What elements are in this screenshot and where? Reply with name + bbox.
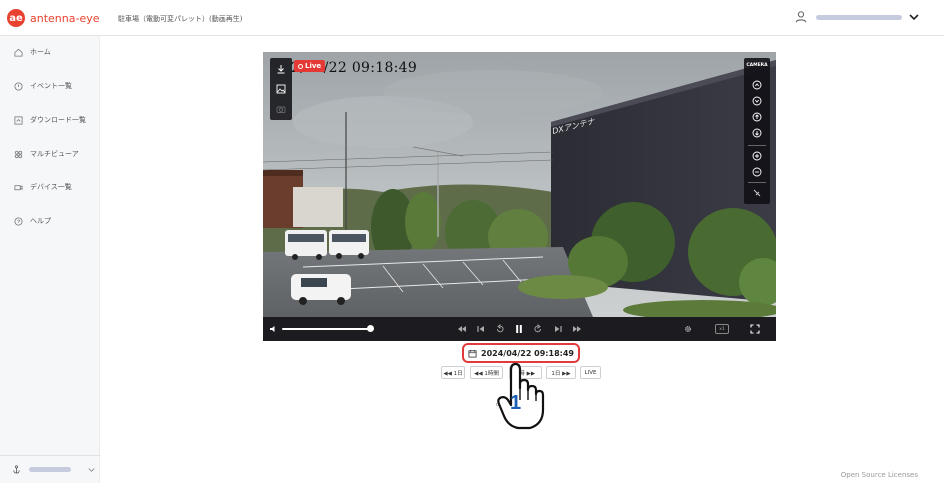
sidebar-item-multiview[interactable]: マルチビューア (14, 149, 79, 159)
sidebar-item-label: イベント一覧 (30, 82, 72, 90)
camera-panel-title: CAMERA (746, 63, 768, 68)
step-forward-icon[interactable] (553, 324, 563, 334)
pan-up-icon[interactable] (752, 80, 762, 90)
calendar-icon (468, 349, 477, 358)
organization-name (29, 467, 71, 472)
sidebar-item-downloads[interactable]: ダウンロード一覧 (14, 115, 86, 125)
sidebar-item-label: デバイス一覧 (30, 183, 72, 191)
camera-video-feed[interactable]: DXアンテナ (263, 52, 776, 317)
user-email (816, 14, 902, 20)
fast-forward-icon[interactable] (572, 324, 582, 334)
download-list-icon (14, 115, 23, 125)
image-icon[interactable] (276, 84, 286, 94)
breadcrumb: 駐車場（電動可変パレット）(動画再生) (118, 15, 243, 23)
chevron-down-icon[interactable] (908, 11, 920, 23)
device-icon (14, 184, 23, 190)
live-label: Live (305, 62, 322, 70)
camera-control-panel: CAMERA (744, 58, 770, 204)
sidebar-item-home[interactable]: ホーム (14, 47, 51, 57)
tilt-down-icon[interactable] (752, 128, 762, 138)
app-logo[interactable]: ae antenna-eye (7, 9, 100, 27)
sidebar-item-label: ヘルプ (30, 217, 51, 225)
divider (748, 182, 766, 183)
chevron-down-icon (88, 468, 95, 472)
sidebar-item-label: マルチビューア (30, 150, 79, 158)
rewind-icon[interactable] (457, 324, 467, 334)
multiview-icon (14, 150, 23, 158)
pan-down-icon[interactable] (752, 96, 762, 106)
user-menu[interactable] (794, 10, 920, 24)
live-dot-icon (298, 63, 303, 69)
volume-icon[interactable] (268, 324, 278, 334)
sidebar-item-label: ホーム (30, 48, 51, 56)
logo-text: antenna-eye (30, 11, 100, 25)
zoom-out-icon[interactable] (752, 167, 762, 177)
home-icon (14, 48, 23, 57)
logo-mark: ae (7, 9, 25, 27)
ptz-off-icon[interactable] (752, 188, 762, 198)
live-button[interactable]: LIVE (580, 366, 601, 379)
forward-1-day-button[interactable]: 1日 ▶▶ (546, 366, 576, 379)
zoom-in-icon[interactable] (752, 151, 762, 161)
event-icon (14, 81, 23, 91)
forward-jump-icon[interactable] (533, 324, 543, 334)
sidebar-item-events[interactable]: イベント一覧 (14, 81, 72, 91)
organization-selector[interactable] (0, 455, 100, 483)
left-toolbar (270, 58, 292, 120)
selected-datetime: 2024/04/22 09:18:49 (481, 348, 574, 358)
playback-speed-badge[interactable]: x1 (715, 324, 729, 334)
settings-gear-icon[interactable] (683, 324, 693, 334)
live-badge: Live (294, 60, 326, 72)
video-player[interactable]: DXアンテナ 2/01/22 09:18:49 Live CAMERA x1 (263, 52, 776, 341)
sidebar: ホーム イベント一覧 ダウンロード一覧 マルチビューア デバイス一覧 ヘルプ (0, 36, 100, 483)
back-1-day-button[interactable]: ◀◀ 1日 (441, 366, 465, 379)
tilt-up-icon[interactable] (752, 112, 762, 122)
top-bar: ae antenna-eye 駐車場（電動可変パレット）(動画再生) (0, 0, 944, 36)
sidebar-item-label: ダウンロード一覧 (30, 116, 86, 124)
step-back-icon[interactable] (476, 324, 486, 334)
sidebar-item-devices[interactable]: デバイス一覧 (14, 182, 72, 192)
user-icon (795, 11, 807, 23)
sidebar-item-help[interactable]: ヘルプ (14, 216, 51, 226)
divider (748, 145, 766, 146)
replay-icon[interactable] (495, 324, 505, 334)
volume-slider-thumb[interactable] (367, 325, 374, 332)
camera-icon (276, 106, 286, 113)
volume-slider-track[interactable] (282, 328, 370, 330)
anchor-icon (13, 465, 20, 474)
open-source-licenses-link[interactable]: Open Source Licenses (841, 471, 918, 479)
step-number: 1 (510, 392, 522, 414)
player-controls: x1 (263, 317, 776, 341)
help-icon (14, 216, 23, 226)
pause-icon[interactable] (514, 324, 524, 334)
fullscreen-icon[interactable] (750, 324, 760, 334)
download-icon[interactable] (276, 64, 286, 74)
